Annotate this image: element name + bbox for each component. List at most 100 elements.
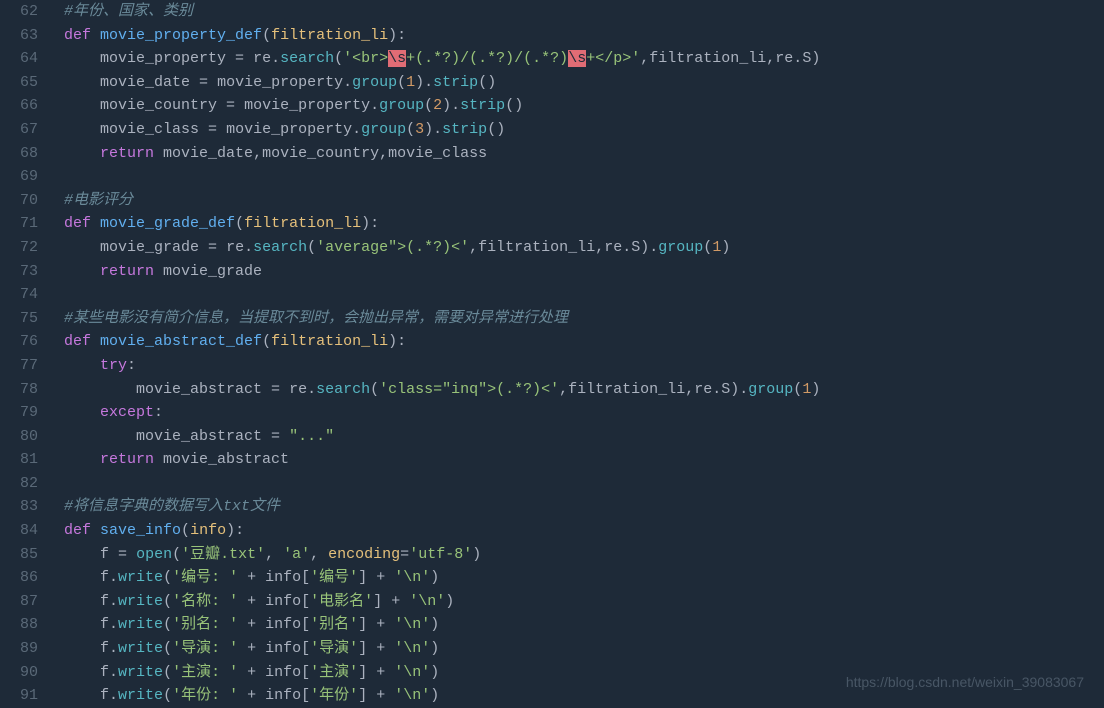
token-method: strip bbox=[460, 97, 505, 114]
code-line[interactable]: def movie_abstract_def(filtration_li): bbox=[64, 330, 1104, 354]
code-line[interactable]: return movie_date,movie_country,movie_cl… bbox=[64, 142, 1104, 166]
token-punct: () bbox=[487, 121, 505, 138]
token-op: + bbox=[247, 569, 256, 586]
token-punct: . bbox=[109, 616, 118, 633]
token-var: S bbox=[631, 239, 640, 256]
token-keyword: try bbox=[100, 357, 127, 374]
code-line[interactable]: try: bbox=[64, 354, 1104, 378]
token-punct: , bbox=[559, 381, 568, 398]
token-string: 'a' bbox=[283, 546, 310, 563]
token-punct: ( bbox=[163, 640, 172, 657]
code-line[interactable]: except: bbox=[64, 401, 1104, 425]
token-method: open bbox=[136, 546, 172, 563]
token-def-name: movie_grade_def bbox=[100, 215, 235, 232]
token-punct bbox=[280, 428, 289, 445]
code-line[interactable]: f.write('名称: ' + info['电影名'] + '\n') bbox=[64, 590, 1104, 614]
code-line[interactable]: movie_date = movie_property.group(1).str… bbox=[64, 71, 1104, 95]
code-line[interactable]: f = open('豆瓣.txt', 'a', encoding='utf-8'… bbox=[64, 543, 1104, 567]
token-punct: ( bbox=[793, 381, 802, 398]
token-method: write bbox=[118, 687, 163, 704]
code-line[interactable] bbox=[64, 472, 1104, 496]
token-punct: ( bbox=[181, 522, 190, 539]
line-number: 86 bbox=[0, 566, 52, 590]
token-method: search bbox=[253, 239, 307, 256]
code-line[interactable]: #电影评分 bbox=[64, 189, 1104, 213]
token-punct: . bbox=[109, 593, 118, 610]
token-punct bbox=[256, 616, 265, 633]
code-line[interactable] bbox=[64, 283, 1104, 307]
code-line[interactable]: #将信息字典的数据写入txt文件 bbox=[64, 495, 1104, 519]
code-line[interactable]: def movie_property_def(filtration_li): bbox=[64, 24, 1104, 48]
token-var: movie_class bbox=[100, 121, 208, 138]
token-keyword: def bbox=[64, 27, 91, 44]
code-line[interactable]: #年份、国家、类别 bbox=[64, 0, 1104, 24]
token-op: + bbox=[376, 569, 385, 586]
token-punct: , bbox=[379, 145, 388, 162]
token-keyword: def bbox=[64, 215, 91, 232]
token-string: '\n' bbox=[394, 616, 430, 633]
code-line[interactable]: f.write('别名: ' + info['别名'] + '\n') bbox=[64, 613, 1104, 637]
token-op: = bbox=[199, 74, 208, 91]
token-punct: , bbox=[253, 145, 262, 162]
line-number: 71 bbox=[0, 212, 52, 236]
token-var: f bbox=[100, 616, 109, 633]
token-punct: . bbox=[271, 50, 280, 67]
token-var: movie_grade bbox=[100, 239, 208, 256]
code-line[interactable] bbox=[64, 165, 1104, 189]
token-punct: ) bbox=[721, 239, 730, 256]
token-punct: ] bbox=[373, 593, 391, 610]
code-line[interactable]: #某些电影没有简介信息，当提取不到时，会抛出异常，需要对异常进行处理 bbox=[64, 307, 1104, 331]
code-line[interactable]: def movie_grade_def(filtration_li): bbox=[64, 212, 1104, 236]
token-punct: () bbox=[478, 74, 496, 91]
line-number: 84 bbox=[0, 519, 52, 543]
code-line[interactable]: movie_class = movie_property.group(3).st… bbox=[64, 118, 1104, 142]
code-line[interactable]: movie_abstract = "..." bbox=[64, 425, 1104, 449]
token-punct: ( bbox=[163, 664, 172, 681]
token-keyword: return bbox=[100, 145, 154, 162]
token-string: 'class="inq">(.*?)<' bbox=[379, 381, 559, 398]
token-op: + bbox=[247, 593, 256, 610]
line-number: 79 bbox=[0, 401, 52, 425]
code-editor[interactable]: 6263646566676869707172737475767778798081… bbox=[0, 0, 1104, 707]
token-punct: ). bbox=[640, 239, 658, 256]
token-var: movie_abstract bbox=[154, 451, 289, 468]
token-var: re bbox=[280, 381, 307, 398]
token-punct: . bbox=[370, 97, 379, 114]
token-keyword: def bbox=[64, 522, 91, 539]
code-area[interactable]: #年份、国家、类别 def movie_property_def(filtrati… bbox=[52, 0, 1104, 707]
code-line[interactable]: movie_abstract = re.search('class="inq">… bbox=[64, 378, 1104, 402]
token-param: filtration_li bbox=[271, 27, 388, 44]
token-punct: . bbox=[343, 74, 352, 91]
watermark: https://blog.csdn.net/weixin_39083067 bbox=[846, 671, 1084, 695]
token-var: movie_date bbox=[154, 145, 253, 162]
token-string: '\n' bbox=[394, 664, 430, 681]
code-line[interactable]: return movie_grade bbox=[64, 260, 1104, 284]
code-line[interactable]: return movie_abstract bbox=[64, 448, 1104, 472]
line-number-gutter: 6263646566676869707172737475767778798081… bbox=[0, 0, 52, 707]
token-punct: ( bbox=[163, 687, 172, 704]
code-line[interactable]: f.write('编号: ' + info['编号'] + '\n') bbox=[64, 566, 1104, 590]
token-method: write bbox=[118, 593, 163, 610]
token-punct: ) bbox=[430, 640, 439, 657]
token-method: group bbox=[658, 239, 703, 256]
token-param: filtration_li bbox=[271, 333, 388, 350]
token-punct: ). bbox=[424, 121, 442, 138]
token-string: '别名' bbox=[310, 616, 358, 633]
code-line[interactable]: movie_property = re.search('<br>\s+(.*?)… bbox=[64, 47, 1104, 71]
token-punct bbox=[256, 687, 265, 704]
token-punct: ): bbox=[388, 27, 406, 44]
token-punct: ( bbox=[370, 381, 379, 398]
token-var: filtration_li bbox=[568, 381, 685, 398]
token-comment: #某些电影没有简介信息，当提取不到时，会抛出异常，需要对异常进行处理 bbox=[64, 310, 568, 327]
token-comment: #年份、国家、类别 bbox=[64, 3, 193, 20]
token-string: '导演' bbox=[310, 640, 358, 657]
token-punct bbox=[238, 687, 247, 704]
token-punct: ] bbox=[358, 664, 376, 681]
code-line[interactable]: def save_info(info): bbox=[64, 519, 1104, 543]
code-line[interactable]: f.write('导演: ' + info['导演'] + '\n') bbox=[64, 637, 1104, 661]
token-var: info bbox=[265, 616, 301, 633]
code-line[interactable]: movie_grade = re.search('average">(.*?)<… bbox=[64, 236, 1104, 260]
code-line[interactable]: movie_country = movie_property.group(2).… bbox=[64, 94, 1104, 118]
token-number: 3 bbox=[415, 121, 424, 138]
token-punct bbox=[238, 664, 247, 681]
